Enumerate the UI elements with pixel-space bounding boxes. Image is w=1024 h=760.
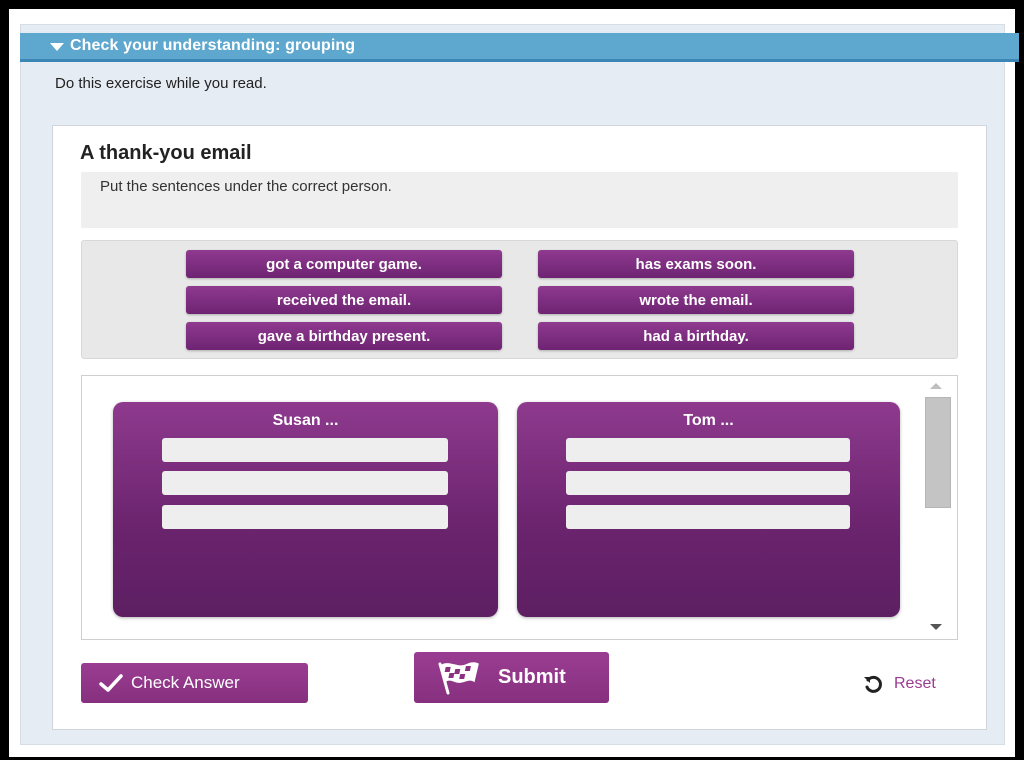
submit-button[interactable]: Submit <box>414 652 609 703</box>
drop-slot[interactable] <box>566 471 850 495</box>
draggable-chip[interactable]: had a birthday. <box>538 322 854 350</box>
draggable-chip[interactable]: has exams soon. <box>538 250 854 278</box>
scroll-down-arrow-icon[interactable] <box>930 624 942 630</box>
check-answer-label: Check Answer <box>131 673 240 692</box>
submit-label: Submit <box>498 666 566 688</box>
reset-button[interactable]: Reset <box>862 672 936 696</box>
drop-slot[interactable] <box>162 471 448 495</box>
drop-slot[interactable] <box>566 438 850 462</box>
reset-label: Reset <box>894 675 936 692</box>
drop-slot[interactable] <box>162 438 448 462</box>
scroll-thumb[interactable] <box>925 397 951 508</box>
draggable-chip[interactable]: got a computer game. <box>186 250 502 278</box>
bucket-tom[interactable]: Tom ... <box>517 402 900 617</box>
scroll-up-arrow-icon[interactable] <box>930 383 942 389</box>
draggable-chip[interactable]: wrote the email. <box>538 286 854 314</box>
reset-arrow-icon <box>864 675 882 693</box>
bucket-susan[interactable]: Susan ... <box>113 402 498 617</box>
instructions-text: Do this exercise while you read. <box>55 75 267 92</box>
drop-slot[interactable] <box>162 505 448 529</box>
drop-slot[interactable] <box>566 505 850 529</box>
draggable-chip[interactable]: gave a birthday present. <box>186 322 502 350</box>
collapsible-header[interactable]: Check your understanding: grouping <box>20 33 1019 62</box>
bucket-label: Tom ... <box>683 412 734 429</box>
header-title: Check your understanding: grouping <box>70 37 356 54</box>
check-answer-button[interactable]: Check Answer <box>81 663 308 703</box>
checkmark-icon <box>99 674 123 692</box>
prompt-text: Put the sentences under the correct pers… <box>100 178 392 195</box>
bucket-label: Susan ... <box>272 412 339 429</box>
caret-down-icon[interactable] <box>50 43 64 51</box>
checkered-flag-icon <box>438 661 479 694</box>
activity-title: A thank-you email <box>80 142 252 164</box>
draggable-chip[interactable]: received the email. <box>186 286 502 314</box>
